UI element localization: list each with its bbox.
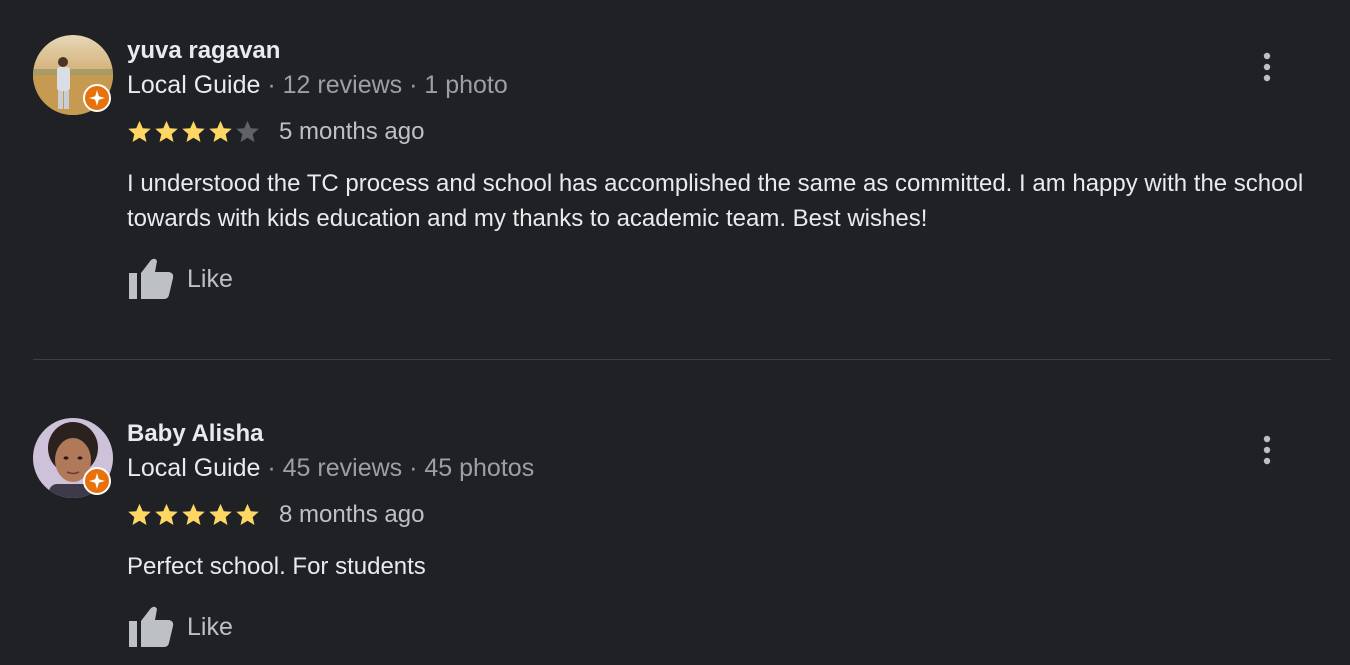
reviewer-avatar[interactable] bbox=[33, 35, 113, 115]
reviewer-meta: Local Guide · 12 reviews · 1 photo bbox=[127, 71, 508, 100]
star-filled-icon bbox=[209, 120, 232, 142]
review-date: 8 months ago bbox=[279, 501, 425, 528]
star-filled-icon bbox=[182, 120, 205, 142]
more-options-button[interactable] bbox=[1250, 433, 1284, 467]
more-options-button[interactable] bbox=[1250, 50, 1284, 84]
star-filled-icon bbox=[182, 503, 205, 525]
star-filled-icon bbox=[155, 503, 178, 525]
like-label: Like bbox=[187, 264, 233, 293]
star-filled-icon bbox=[128, 503, 151, 525]
local-guide-label: Local Guide bbox=[127, 71, 261, 99]
star-empty-icon bbox=[236, 120, 259, 142]
like-button[interactable]: Like bbox=[127, 604, 233, 650]
meta-separator: · bbox=[402, 454, 425, 482]
meta-separator: · bbox=[260, 71, 283, 99]
more-vert-icon bbox=[1263, 52, 1271, 82]
like-button[interactable]: Like bbox=[127, 256, 233, 302]
review-text: Perfect school. For students bbox=[127, 553, 426, 580]
review-text: I understood the TC process and school h… bbox=[127, 170, 1304, 232]
reviewer-meta: Local Guide · 45 reviews · 45 photos bbox=[127, 454, 534, 483]
photos-count: 45 photos bbox=[424, 454, 535, 482]
local-guide-badge-icon bbox=[83, 467, 111, 495]
review-divider bbox=[33, 359, 1331, 360]
photos-count: 1 photo bbox=[424, 71, 508, 99]
star-filled-icon bbox=[236, 503, 259, 525]
more-vert-icon bbox=[1263, 435, 1271, 465]
reviews-count: 45 reviews bbox=[282, 454, 403, 482]
review-card: Baby Alisha Local Guide · 45 reviews · 4… bbox=[0, 383, 1350, 665]
meta-separator: · bbox=[402, 71, 425, 99]
star-filled-icon bbox=[155, 120, 178, 142]
star-filled-icon bbox=[209, 503, 232, 525]
like-label: Like bbox=[187, 612, 233, 641]
reviewer-avatar[interactable] bbox=[33, 418, 113, 498]
star-rating bbox=[126, 117, 261, 145]
star-rating bbox=[126, 500, 261, 528]
local-guide-label: Local Guide bbox=[127, 454, 261, 482]
star-filled-icon bbox=[128, 120, 151, 142]
reviewer-name[interactable]: yuva ragavan bbox=[127, 37, 280, 65]
meta-separator: · bbox=[260, 454, 283, 482]
thumbs-up-icon bbox=[129, 258, 174, 299]
review-date: 5 months ago bbox=[279, 118, 425, 145]
reviewer-name[interactable]: Baby Alisha bbox=[127, 420, 264, 448]
reviews-count: 12 reviews bbox=[282, 71, 403, 99]
review-card: yuva ragavan Local Guide · 12 reviews · … bbox=[0, 0, 1350, 360]
local-guide-badge-icon bbox=[83, 84, 111, 112]
thumbs-up-icon bbox=[129, 606, 174, 647]
